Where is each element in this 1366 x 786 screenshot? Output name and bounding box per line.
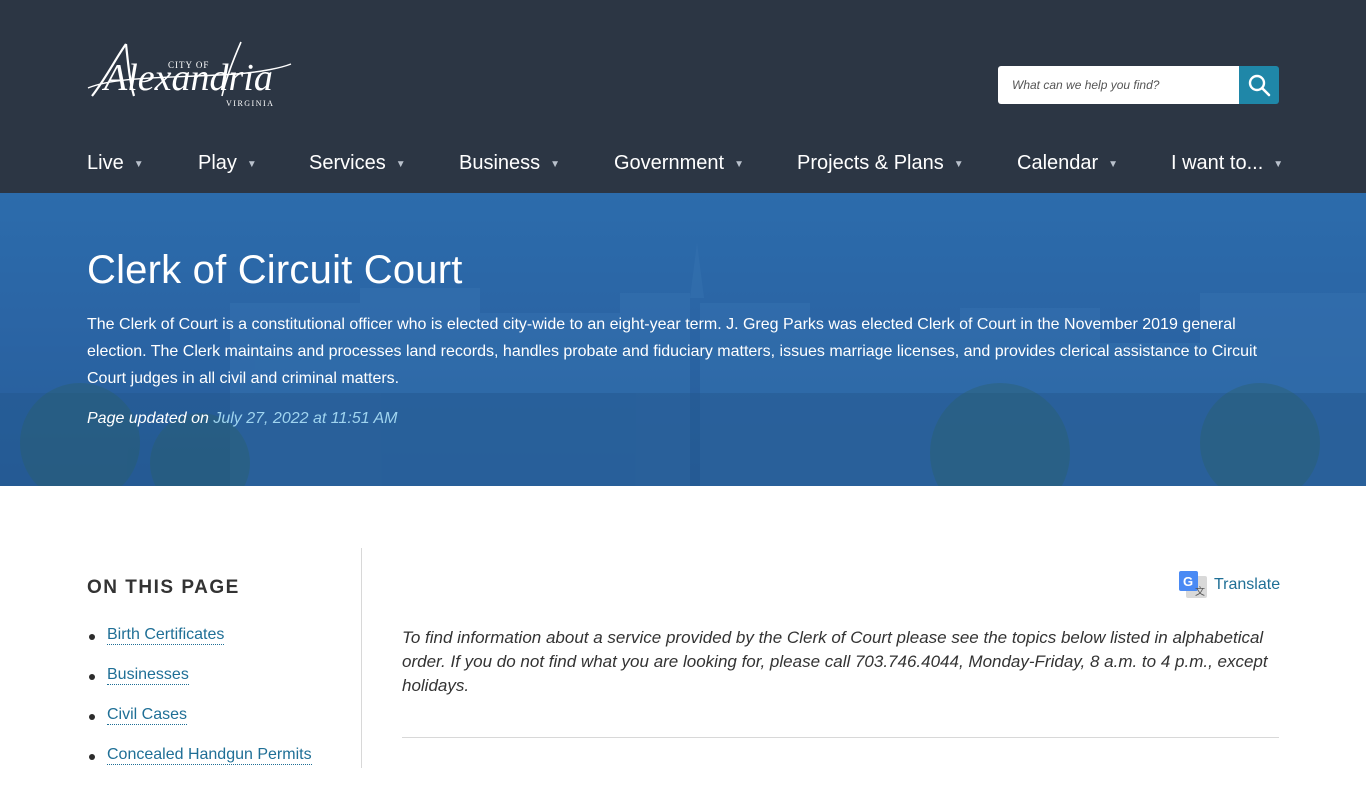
alexandria-logo-icon: CITY OF Alexandria VIRGINIA bbox=[87, 41, 292, 108]
nav-label: Services bbox=[309, 151, 386, 174]
nav-label: I want to... bbox=[1171, 151, 1264, 174]
caret-down-icon: ▼ bbox=[133, 158, 144, 170]
toc-link-birth-certificates[interactable]: Birth Certificates bbox=[107, 626, 225, 645]
nav-label: Play bbox=[198, 151, 237, 174]
search-input[interactable] bbox=[998, 66, 1239, 104]
caret-down-icon: ▼ bbox=[1273, 158, 1284, 170]
site-search bbox=[998, 66, 1279, 104]
on-this-page-list: Birth Certificates Businesses Civil Case… bbox=[87, 626, 312, 786]
nav-label: Calendar bbox=[1017, 151, 1099, 174]
nav-item-play[interactable]: Play ▼ bbox=[198, 150, 257, 176]
main-navigation: Live ▼ Play ▼ Services ▼ Business ▼ Governme… bbox=[87, 150, 1283, 176]
nav-item-calendar[interactable]: Calendar ▼ bbox=[1017, 150, 1118, 176]
list-item: Businesses bbox=[87, 666, 312, 706]
translate-label: Translate bbox=[1214, 576, 1281, 593]
svg-text:Alexandria: Alexandria bbox=[101, 57, 273, 99]
caret-down-icon: ▼ bbox=[1108, 158, 1119, 170]
list-item: Birth Certificates bbox=[87, 626, 312, 666]
city-logo[interactable]: CITY OF Alexandria VIRGINIA bbox=[86, 38, 296, 114]
toc-link-concealed-handgun-permits[interactable]: Concealed Handgun Permits bbox=[107, 746, 312, 765]
nav-item-government[interactable]: Government ▼ bbox=[614, 150, 744, 176]
page-title: Clerk of Circuit Court bbox=[87, 248, 463, 292]
translate-button[interactable]: G 文 Translate bbox=[1178, 570, 1280, 600]
nav-item-business[interactable]: Business ▼ bbox=[459, 150, 560, 176]
list-item: Civil Cases bbox=[87, 706, 312, 746]
nav-item-live[interactable]: Live ▼ bbox=[87, 150, 144, 176]
toc-link-civil-cases[interactable]: Civil Cases bbox=[107, 706, 188, 725]
caret-down-icon: ▼ bbox=[550, 158, 561, 170]
bullet-icon bbox=[89, 634, 95, 640]
sidebar-heading: ON THIS PAGE bbox=[87, 577, 240, 598]
nav-label: Live bbox=[87, 151, 124, 174]
site-header: CITY OF Alexandria VIRGINIA Live ▼ Play ▼ … bbox=[0, 0, 1366, 193]
svg-text:G: G bbox=[1183, 574, 1193, 589]
nav-item-i-want-to[interactable]: I want to... ▼ bbox=[1171, 150, 1283, 176]
list-item: Concealed Handgun Permits bbox=[87, 746, 312, 786]
toc-link-businesses[interactable]: Businesses bbox=[107, 666, 189, 685]
content-divider bbox=[402, 737, 1279, 738]
caret-down-icon: ▼ bbox=[246, 158, 257, 170]
updated-date: July 27, 2022 at 11:51 AM bbox=[213, 410, 398, 427]
on-this-page-sidebar: ON THIS PAGE Birth Certificates Business… bbox=[87, 548, 362, 768]
bullet-icon bbox=[89, 714, 95, 720]
nav-item-services[interactable]: Services ▼ bbox=[309, 150, 406, 176]
updated-prefix: Page updated on bbox=[87, 410, 209, 427]
svg-text:文: 文 bbox=[1195, 585, 1205, 598]
nav-item-projects-plans[interactable]: Projects & Plans ▼ bbox=[797, 150, 964, 176]
intro-text: To find information about a service prov… bbox=[402, 628, 1268, 695]
nav-label: Business bbox=[459, 151, 541, 174]
bullet-icon bbox=[89, 754, 95, 760]
svg-text:VIRGINIA: VIRGINIA bbox=[226, 99, 274, 108]
google-translate-icon: G 文 bbox=[1179, 571, 1207, 598]
caret-down-icon: ▼ bbox=[953, 158, 964, 170]
page-updated: Page updated on July 27, 2022 at 11:51 A… bbox=[87, 410, 397, 428]
search-icon bbox=[1248, 74, 1271, 97]
caret-down-icon: ▼ bbox=[734, 158, 744, 170]
nav-label: Government bbox=[614, 151, 725, 174]
nav-label: Projects & Plans bbox=[797, 151, 944, 174]
search-button[interactable] bbox=[1239, 66, 1279, 104]
page-description: The Clerk of Court is a constitutional o… bbox=[87, 316, 1258, 387]
caret-down-icon: ▼ bbox=[395, 158, 406, 170]
page-hero: Clerk of Circuit Court The Clerk of Cour… bbox=[0, 193, 1366, 486]
bullet-icon bbox=[89, 674, 95, 680]
